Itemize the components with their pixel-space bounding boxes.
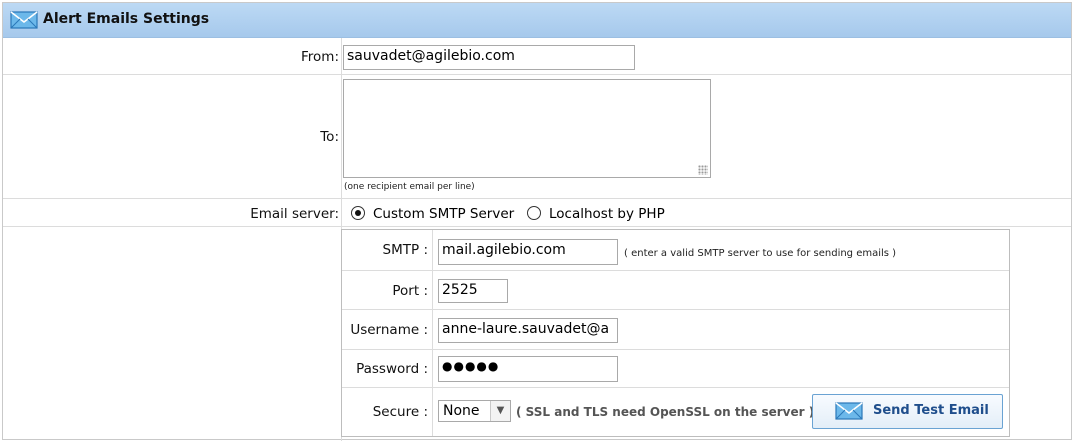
from-label: From: (301, 49, 339, 65)
radio-localhost-php[interactable] (527, 206, 541, 220)
panel-title: Alert Emails Settings (43, 11, 210, 27)
smtp-label: SMTP : (382, 242, 428, 258)
secure-label: Secure : (372, 404, 428, 420)
envelope-icon (835, 402, 863, 420)
port-row: Port : 2525 (342, 271, 1009, 310)
from-row: From: sauvadet@agilebio.com (3, 38, 1071, 75)
password-row: Password : ●●●●● (342, 350, 1009, 388)
to-hint: (one recipient email per line) (344, 182, 475, 192)
password-input[interactable]: ●●●●● (438, 356, 618, 382)
secure-select[interactable]: None ▼ (438, 400, 511, 422)
resize-grip-icon[interactable] (698, 165, 708, 175)
username-label: Username : (350, 322, 428, 338)
port-label: Port : (392, 283, 428, 299)
from-input[interactable]: sauvadet@agilebio.com (343, 45, 635, 70)
port-input[interactable]: 2525 (438, 279, 508, 303)
send-test-email-label: Send Test Email (873, 403, 989, 418)
radio-custom-smtp-label[interactable]: Custom SMTP Server (373, 206, 514, 222)
to-textarea[interactable] (343, 79, 711, 178)
secure-note: ( SSL and TLS need OpenSSL on the server… (516, 405, 815, 419)
smtp-row: SMTP : mail.agilebio.com ( enter a valid… (342, 230, 1009, 271)
radio-localhost-php-label[interactable]: Localhost by PHP (549, 206, 665, 222)
radio-custom-smtp[interactable] (351, 206, 365, 220)
password-label: Password : (356, 361, 428, 377)
smtp-note: ( enter a valid SMTP server to use for s… (624, 248, 897, 259)
to-row: To: (one recipient email per line) (3, 75, 1071, 199)
envelope-icon (10, 11, 38, 29)
username-input[interactable]: anne-laure.sauvadet@a (438, 318, 618, 343)
chevron-down-icon[interactable]: ▼ (490, 401, 510, 421)
send-test-email-button[interactable]: Send Test Email (812, 394, 1003, 429)
panel-header: Alert Emails Settings (3, 3, 1071, 38)
username-row: Username : anne-laure.sauvadet@a (342, 310, 1009, 350)
secure-select-value: None (443, 403, 480, 419)
to-label: To: (320, 129, 339, 145)
smtp-input[interactable]: mail.agilebio.com (438, 239, 618, 265)
email-server-label: Email server: (250, 206, 339, 222)
email-server-row: Email server: Custom SMTP Server Localho… (3, 199, 1071, 227)
